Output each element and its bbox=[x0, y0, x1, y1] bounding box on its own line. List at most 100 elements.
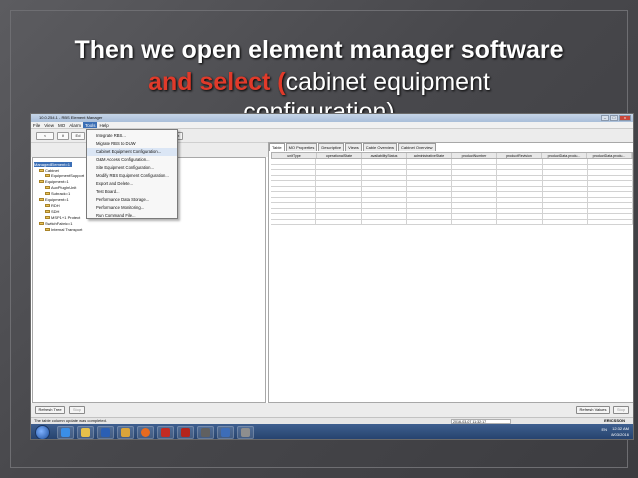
column-header[interactable]: availabilityStatus bbox=[362, 153, 407, 158]
tree-item[interactable]: AuxPlugInUnit bbox=[45, 185, 76, 190]
table-cell bbox=[316, 159, 362, 164]
tab-cable-overview[interactable]: Cable Overview bbox=[362, 143, 397, 151]
tree-item[interactable]: ManagedElement=1 bbox=[34, 162, 72, 167]
menu-alarm[interactable]: Alarm bbox=[67, 122, 83, 128]
menu-item-run-command-file[interactable]: Run Command File... bbox=[87, 212, 177, 220]
element-manager-icon[interactable] bbox=[237, 426, 254, 439]
menu-item-site-equipment-configuration[interactable]: Site Equipment Configuration... bbox=[87, 164, 177, 172]
tree-item-label: Equipment=1 bbox=[45, 179, 69, 184]
table-cell bbox=[452, 197, 498, 202]
refresh-tree-button[interactable]: Refresh Tree bbox=[35, 406, 65, 414]
table-cell bbox=[588, 159, 633, 164]
menu-item-performance-monitoring[interactable]: Performance Monitoring... bbox=[87, 204, 177, 212]
firefox-icon[interactable] bbox=[137, 426, 154, 439]
table-row[interactable] bbox=[271, 219, 633, 225]
column-header[interactable]: operationalState bbox=[317, 153, 362, 158]
menu-item-integrate-rbs[interactable]: Integrate RBS... bbox=[87, 132, 177, 140]
column-header[interactable]: productData.produ... bbox=[587, 153, 632, 158]
stop-values-button[interactable]: Stop bbox=[613, 406, 629, 414]
menu-item-modify-rbs-equipment[interactable]: Modify RBS Equipment Configuration... bbox=[87, 172, 177, 180]
tree-item[interactable]: Equipment=1 bbox=[39, 197, 69, 202]
menu-item-migrate-rbs[interactable]: Migrate RBS to DUW bbox=[87, 140, 177, 148]
menu-item-test-board[interactable]: Test Board... bbox=[87, 188, 177, 196]
close-button[interactable]: x bbox=[619, 115, 631, 121]
tree-item[interactable]: MSP1+1 Protect bbox=[45, 215, 80, 220]
toolbar-edit-button[interactable]: Ed bbox=[71, 132, 85, 140]
menu-item-performance-data-storage[interactable]: Performance Data Storage... bbox=[87, 196, 177, 204]
tools-dropdown-menu: Integrate RBS... Migrate RBS to DUW Cabi… bbox=[86, 129, 178, 219]
tree-item-label: RDH bbox=[51, 203, 60, 208]
tab-table[interactable]: Table bbox=[269, 143, 285, 151]
tree-item[interactable]: Equipment=1 bbox=[39, 179, 69, 184]
toolbar-dropdown-button[interactable]: ∨ bbox=[57, 132, 69, 140]
table-cell bbox=[543, 186, 588, 191]
tree-item[interactable]: SDH bbox=[45, 209, 59, 214]
table-cell bbox=[271, 186, 317, 191]
refresh-values-button[interactable]: Refresh Values bbox=[576, 406, 610, 414]
tree-item[interactable]: RDH bbox=[45, 203, 60, 208]
table-cell bbox=[362, 192, 407, 197]
tree-item[interactable]: Internal Transport bbox=[45, 227, 82, 232]
back-button[interactable]: < bbox=[36, 132, 54, 140]
minimize-button[interactable]: – bbox=[601, 115, 609, 121]
menu-help[interactable]: Help bbox=[97, 122, 110, 128]
tree-item[interactable]: Subrack=1 bbox=[45, 191, 70, 196]
explorer-icon[interactable] bbox=[117, 426, 134, 439]
table-cell bbox=[316, 214, 362, 219]
menu-tools[interactable]: Tools bbox=[82, 122, 98, 128]
tray-language[interactable]: EN bbox=[601, 427, 607, 432]
table-cell bbox=[316, 197, 362, 202]
stop-tree-button[interactable]: Stop bbox=[69, 406, 85, 414]
table-cell bbox=[407, 197, 452, 202]
column-header[interactable]: productNumber bbox=[452, 153, 497, 158]
table-cell bbox=[316, 164, 362, 169]
menu-item-export-delete[interactable]: Export and Delete... bbox=[87, 180, 177, 188]
folder-icon[interactable] bbox=[77, 426, 94, 439]
table-cell bbox=[543, 164, 588, 169]
tab-cabinet-overview[interactable]: Cabinet Overview bbox=[398, 143, 436, 151]
table-cell bbox=[497, 219, 543, 224]
table-cell bbox=[497, 192, 543, 197]
ftp-icon[interactable] bbox=[217, 426, 234, 439]
status-bar: The table column update was completed. 2… bbox=[31, 417, 633, 424]
table-cell bbox=[362, 186, 407, 191]
terminal-icon[interactable] bbox=[197, 426, 214, 439]
tab-descriptive[interactable]: Descriptive bbox=[318, 143, 345, 151]
ie-icon[interactable] bbox=[57, 426, 74, 439]
folder-icon bbox=[45, 228, 50, 232]
column-header[interactable]: administrativeState bbox=[407, 153, 452, 158]
word-icon[interactable] bbox=[97, 426, 114, 439]
tree-item[interactable]: EquipmentSupport bbox=[45, 173, 84, 178]
menu-mo[interactable]: MO bbox=[56, 122, 67, 128]
table-cell bbox=[497, 186, 543, 191]
slide-title: Then we open element manager software an… bbox=[0, 34, 638, 98]
table-header: unitType operationalState availabilitySt… bbox=[271, 152, 633, 159]
tab-mo-properties[interactable]: MO Properties bbox=[285, 143, 318, 151]
menu-item-om-access-configuration[interactable]: O&M Access Configuration... bbox=[87, 156, 177, 164]
table-cell bbox=[271, 181, 317, 186]
folder-icon bbox=[45, 204, 50, 208]
table-cell bbox=[452, 203, 498, 208]
column-header[interactable]: unitType bbox=[272, 153, 317, 158]
tree-item[interactable]: SwitchFabric=1 bbox=[39, 221, 72, 226]
table-cell bbox=[543, 175, 588, 180]
menu-bar: File View MO Alarm Tools Help bbox=[31, 122, 633, 129]
menu-view[interactable]: View bbox=[42, 122, 56, 128]
table-cell bbox=[316, 170, 362, 175]
taskbar-clock[interactable]: 12:32 AM 8/03/2016 bbox=[611, 426, 629, 438]
tab-views[interactable]: Views bbox=[345, 143, 362, 151]
table-cell bbox=[271, 214, 317, 219]
table-cell bbox=[543, 197, 588, 202]
acrobat-icon[interactable] bbox=[157, 426, 174, 439]
table-cell bbox=[543, 170, 588, 175]
start-button[interactable] bbox=[35, 425, 50, 439]
maximize-button[interactable]: □ bbox=[610, 115, 618, 121]
column-header[interactable]: productRevision bbox=[497, 153, 542, 158]
table-cell bbox=[407, 164, 452, 169]
filezilla-icon[interactable] bbox=[177, 426, 194, 439]
column-header[interactable]: productData.produ... bbox=[542, 153, 587, 158]
menu-file[interactable]: File bbox=[31, 122, 42, 128]
tab-bar: Table MO Properties Descriptive Views Ca… bbox=[269, 143, 437, 151]
table-cell bbox=[588, 164, 633, 169]
menu-item-cabinet-equipment-configuration[interactable]: Cabinet Equipment Configuration... bbox=[87, 148, 177, 156]
